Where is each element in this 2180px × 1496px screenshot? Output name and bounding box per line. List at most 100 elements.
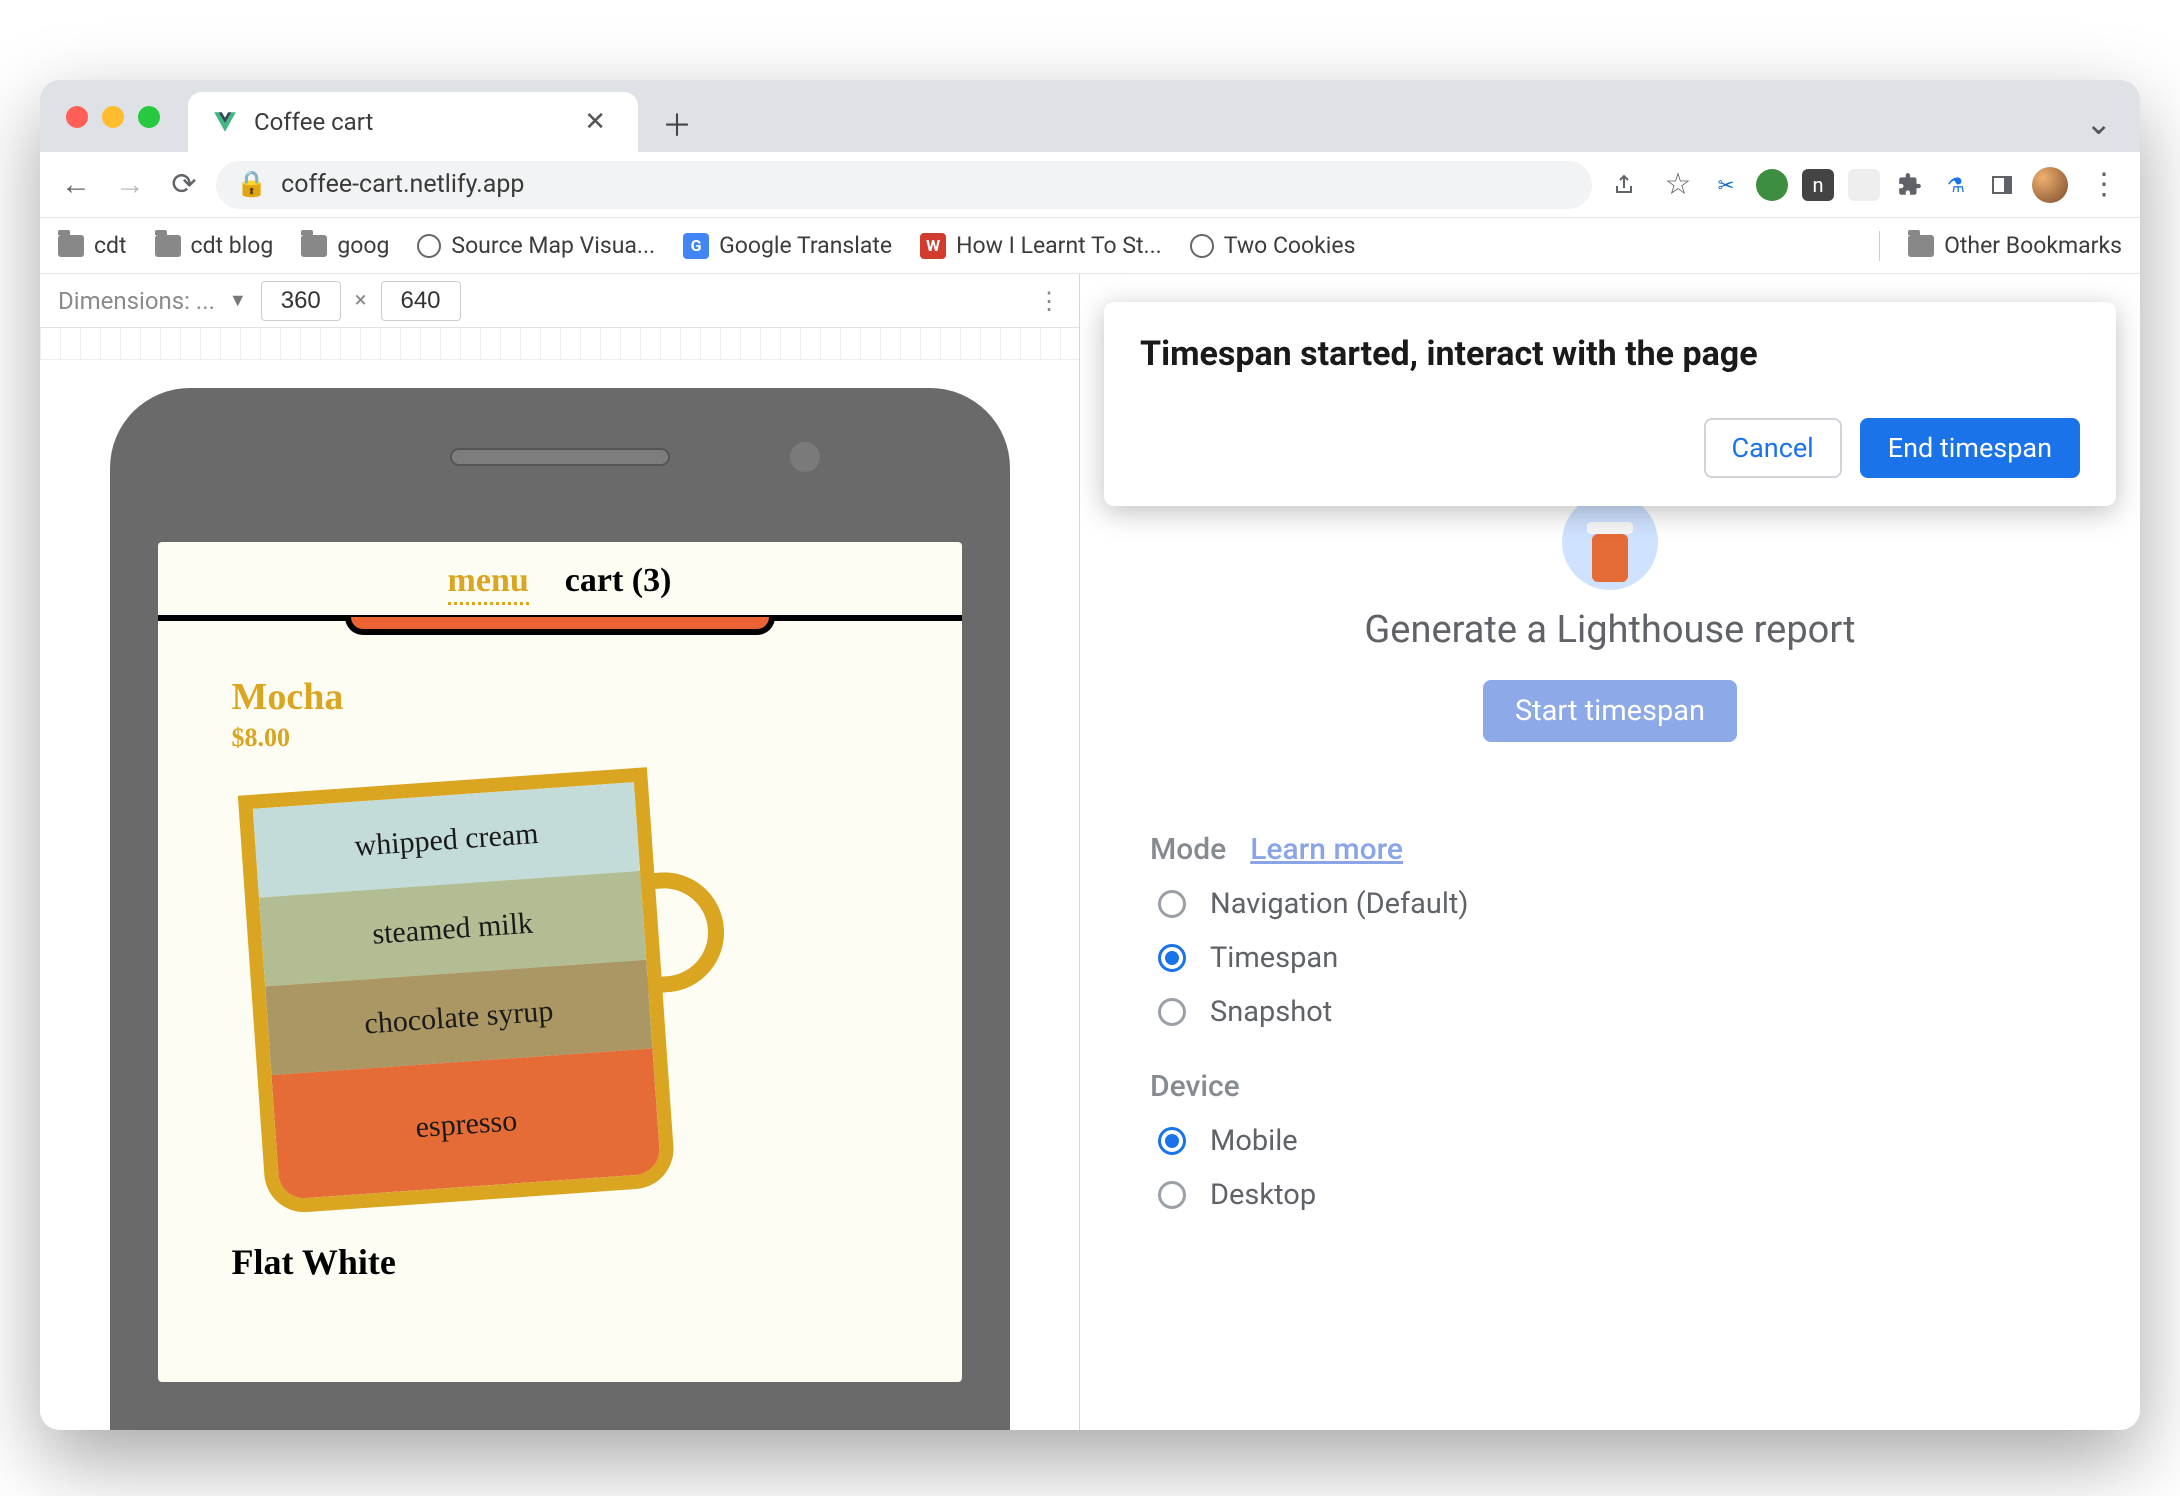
bookmark-label: cdt [94, 232, 127, 259]
bookmark-how-i-learnt[interactable]: W How I Learnt To St... [920, 232, 1162, 259]
extension-icons: ✂︎ n ⚗︎ ⋮ [1710, 163, 2126, 207]
app-nav: menu cart (3) [158, 542, 962, 615]
device-height-input[interactable] [381, 281, 461, 321]
notch-decoration [345, 617, 775, 635]
folder-icon [301, 235, 327, 257]
url-text: coffee-cart.netlify.app [281, 170, 524, 199]
bookmarks-divider [1879, 231, 1880, 261]
bookmark-label: Source Map Visua... [451, 232, 655, 259]
phone-frame: menu cart (3) Mocha $8.00 whipped cream [110, 388, 1010, 1430]
titlebar: Coffee cart ✕ ＋ ⌄ [40, 80, 2140, 152]
share-icon [1612, 173, 1636, 197]
start-timespan-button[interactable]: Start timespan [1483, 680, 1737, 742]
lock-icon: 🔒 [236, 170, 267, 199]
back-button[interactable]: ← [54, 163, 98, 207]
device-emulation-pane: Dimensions: ... ▼ × ⋮ menu cart (3) [40, 274, 1080, 1430]
tab-title: Coffee cart [254, 108, 560, 136]
share-button[interactable] [1602, 163, 1646, 207]
device-more-button[interactable]: ⋮ [1037, 287, 1061, 315]
phone-speaker-icon [450, 448, 670, 466]
cup-illustration[interactable]: whipped cream steamed milk chocolate syr… [232, 771, 732, 1211]
bookmark-label: How I Learnt To St... [956, 232, 1162, 259]
browser-window: Coffee cart ✕ ＋ ⌄ ← → ⟳ 🔒 coffee-cart.ne… [40, 80, 2140, 1430]
radio-icon [1158, 944, 1186, 972]
folder-icon [58, 235, 84, 257]
sidepanel-icon [1990, 173, 2014, 197]
emulated-screen[interactable]: menu cart (3) Mocha $8.00 whipped cream [158, 542, 962, 1382]
device-ruler [40, 328, 1079, 360]
dimensions-dropdown-icon[interactable]: ▼ [229, 290, 247, 311]
folder-icon [155, 235, 181, 257]
bookmark-label: Two Cookies [1224, 232, 1356, 259]
folder-icon [1908, 235, 1934, 257]
lighthouse-body: Generate a Lighthouse report Start times… [1080, 494, 2140, 1272]
chrome-menu-button[interactable]: ⋮ [2082, 163, 2126, 207]
lighthouse-settings: Mode Learn more Navigation (Default) Tim… [1120, 832, 2100, 1232]
bookmark-label: goog [337, 232, 389, 259]
green-extension-icon[interactable] [1756, 169, 1788, 201]
cup-layer: espresso [271, 1049, 661, 1200]
labs-extension-icon[interactable]: ⚗︎ [1940, 169, 1972, 201]
window-controls [66, 106, 160, 128]
radio-icon [1158, 1127, 1186, 1155]
product-card-mocha: Mocha $8.00 whipped cream steamed milk c… [158, 635, 962, 1283]
option-label: Snapshot [1210, 995, 1332, 1029]
nav-menu-link[interactable]: menu [448, 562, 529, 605]
sidepanel-button[interactable] [1986, 169, 2018, 201]
tabs-dropdown-button[interactable]: ⌄ [2085, 104, 2112, 142]
address-bar[interactable]: 🔒 coffee-cart.netlify.app [216, 161, 1592, 209]
bookmark-folder-cdt-blog[interactable]: cdt blog [155, 232, 274, 259]
nav-cart-link[interactable]: cart (3) [565, 562, 672, 605]
bookmark-google-translate[interactable]: GGoogle Translate [683, 232, 892, 259]
mode-option-timespan[interactable]: Timespan [1150, 941, 2100, 975]
bookmark-label: Other Bookmarks [1944, 232, 2122, 259]
product-name: Flat White [232, 1241, 888, 1283]
mode-option-navigation[interactable]: Navigation (Default) [1150, 887, 2100, 921]
bookmark-star-button[interactable]: ☆ [1656, 163, 1700, 207]
devtools-lighthouse-pane: Timespan started, interact with the page… [1080, 274, 2140, 1430]
reload-button[interactable]: ⟳ [162, 163, 206, 207]
bookmark-folder-cdt[interactable]: cdt [58, 232, 127, 259]
dim-separator: × [355, 288, 367, 313]
w-icon: W [920, 233, 946, 259]
browser-tab[interactable]: Coffee cart ✕ [188, 92, 638, 152]
phone-camera-icon [790, 442, 820, 472]
cancel-button[interactable]: Cancel [1704, 418, 1842, 478]
bookmark-folder-goog[interactable]: goog [301, 232, 389, 259]
device-option-mobile[interactable]: Mobile [1150, 1124, 2100, 1158]
toolbar: ← → ⟳ 🔒 coffee-cart.netlify.app ☆ ✂︎ n ⚗… [40, 152, 2140, 218]
dialog-actions: Cancel End timespan [1140, 418, 2080, 478]
lighthouse-heading: Generate a Lighthouse report [1364, 608, 1855, 652]
mode-section-header: Mode Learn more [1150, 832, 2100, 867]
learn-more-link[interactable]: Learn more [1250, 832, 1403, 867]
dialog-title: Timespan started, interact with the page [1140, 334, 2080, 374]
translate-icon: G [683, 233, 709, 259]
grey-extension-icon[interactable] [1848, 169, 1880, 201]
device-width-input[interactable] [261, 281, 341, 321]
bookmark-two-cookies[interactable]: Two Cookies [1190, 232, 1356, 259]
globe-icon [417, 234, 441, 258]
mode-option-snapshot[interactable]: Snapshot [1150, 995, 2100, 1029]
product-name: Mocha [232, 675, 888, 719]
n-extension-icon[interactable]: n [1802, 169, 1834, 201]
timespan-dialog: Timespan started, interact with the page… [1104, 302, 2116, 506]
radio-icon [1158, 1181, 1186, 1209]
other-bookmarks-button[interactable]: Other Bookmarks [1908, 232, 2122, 259]
maximize-window-button[interactable] [138, 106, 160, 128]
lighthouse-logo-icon [1562, 494, 1658, 590]
minimize-window-button[interactable] [102, 106, 124, 128]
close-tab-button[interactable]: ✕ [576, 103, 614, 141]
scissors-extension-icon[interactable]: ✂︎ [1710, 169, 1742, 201]
mode-label: Mode [1150, 832, 1226, 867]
puzzle-extensions-button[interactable] [1894, 169, 1926, 201]
bookmark-source-map[interactable]: Source Map Visua... [417, 232, 655, 259]
device-stage: menu cart (3) Mocha $8.00 whipped cream [40, 360, 1079, 1430]
radio-icon [1158, 890, 1186, 918]
forward-button[interactable]: → [108, 163, 152, 207]
profile-avatar[interactable] [2032, 167, 2068, 203]
end-timespan-button[interactable]: End timespan [1860, 418, 2080, 478]
device-option-desktop[interactable]: Desktop [1150, 1178, 2100, 1212]
new-tab-button[interactable]: ＋ [652, 98, 702, 148]
bookmarks-bar: cdt cdt blog goog Source Map Visua... GG… [40, 218, 2140, 274]
close-window-button[interactable] [66, 106, 88, 128]
